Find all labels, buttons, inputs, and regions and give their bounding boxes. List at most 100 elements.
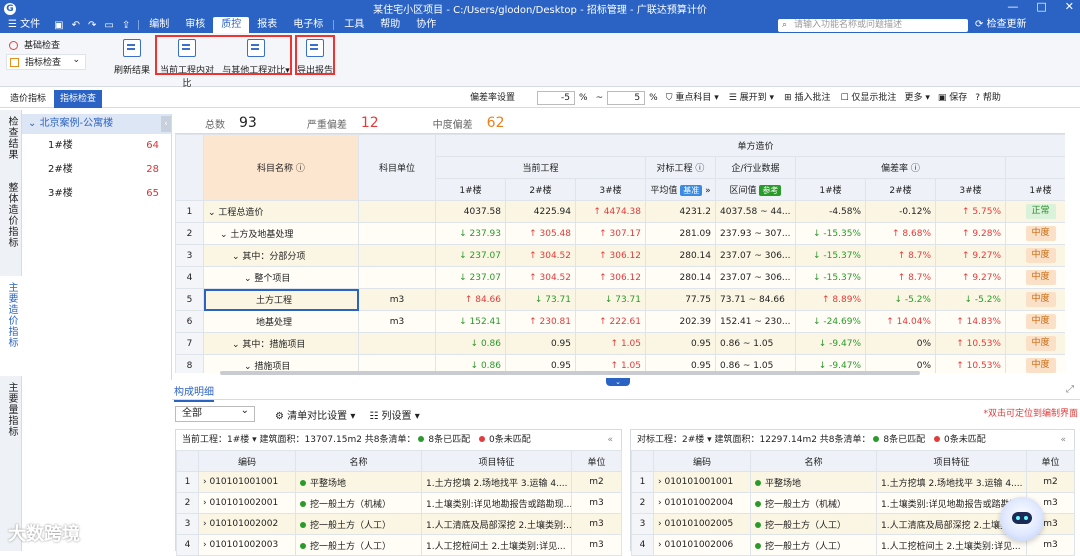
header-subject-name[interactable]: 科目名称 ⓘ <box>203 134 359 201</box>
check-update-button[interactable]: ⟳ 检查更新 <box>975 17 1027 33</box>
name-cell: 平整场地 <box>750 471 877 493</box>
row-number: 6 <box>175 310 204 333</box>
insert-note-button[interactable]: ⊞ 插入批注 <box>784 88 830 108</box>
redo-icon[interactable]: ↷ <box>88 20 96 31</box>
unit-cell <box>358 266 436 289</box>
menu-item-quality[interactable]: 质控 <box>213 17 250 33</box>
expand-icon[interactable]: ⤢ <box>1066 384 1074 395</box>
upload-icon[interactable]: ⇪ <box>122 20 130 31</box>
header-dev-b3: 3#楼 <box>935 178 1006 201</box>
side-tab-main-cost-index[interactable]: 主要造价指标 <box>0 276 22 376</box>
code-cell: › 010101002002 <box>198 513 296 535</box>
undo-icon[interactable]: ↶ <box>72 20 80 31</box>
list-row[interactable]: 1 › 010101001001 平整场地 1.土方挖填 2.场地找平 3.运输 4.… <box>176 471 622 493</box>
tree-node[interactable]: 3#楼 65 <box>22 182 171 206</box>
list-row[interactable]: 2 › 010101002001 挖一般土方（机械） 1.土壤类别:详见地勘报告或踏勘… <box>176 492 622 514</box>
target-avg-cell: 0.95 <box>645 332 716 355</box>
row-number: 5 <box>175 288 204 311</box>
grid-row[interactable]: 7 ⌄ 其中：措施项目 ↓ 0.86 0.95 ↑ 1.05 0.95 0.86 ~ 1.0… <box>175 332 1065 355</box>
menu-item-compile[interactable]: 编制 <box>141 17 177 33</box>
deviation-b2-cell: 0% <box>865 332 936 355</box>
feature-cell: 1.土壤类别:详见地勘报告或踏勘现... <box>421 492 572 514</box>
menu-item-review[interactable]: 审核 <box>177 17 213 33</box>
current-b1-cell: ↓ 152.41 <box>435 310 506 333</box>
assistant-robot-icon[interactable] <box>1000 497 1044 541</box>
deviation-high-input[interactable]: 5 <box>607 91 646 105</box>
tab-composition-detail[interactable]: 构成明细 <box>174 383 214 402</box>
list-row[interactable]: 3 › 010101002002 挖一般土方（人工） 1.人工清底及局部深挖 2.土壤… <box>176 513 622 535</box>
deviation-low-input[interactable]: -5 <box>537 91 576 105</box>
collapse-right-icon[interactable]: « <box>1060 430 1066 450</box>
highlight-compare-box <box>155 35 292 75</box>
unit-cell: m3 <box>358 310 436 333</box>
matched-dot-icon <box>755 542 761 549</box>
help-button[interactable]: ? 帮助 <box>975 88 1001 108</box>
name-cell: 平整场地 <box>295 471 422 493</box>
row-number: 7 <box>175 332 204 355</box>
tab-cost-index[interactable]: 造价指标 <box>4 90 52 108</box>
tree-root[interactable]: ⌄ 北京案例-公寓楼 ‹ <box>22 114 171 134</box>
list-row[interactable]: 1 › 010101001001 平整场地 1.土方挖填 2.场地找平 3.运输 4.… <box>631 471 1075 493</box>
row-number: 3 <box>175 244 204 267</box>
header-subject-unit[interactable]: 科目单位 <box>358 134 436 201</box>
side-tab-check-results[interactable]: 检查结果 <box>0 110 22 176</box>
menu-item-ebid[interactable]: 电子标 <box>285 17 331 33</box>
list-row[interactable]: 4 › 010101002006 挖一般土方（人工） 1.人工挖桩间土 2.土壤类别:… <box>631 534 1075 556</box>
unit-cell <box>358 244 436 267</box>
basic-check-item[interactable]: 基础检查 <box>6 38 106 54</box>
subject-name-cell[interactable]: ⌄ 整个项目 <box>203 266 359 289</box>
menu-file[interactable]: ☰ 文件 <box>0 17 48 33</box>
subject-name-cell[interactable]: ⌄ 工程总造价 <box>203 200 359 223</box>
collapse-left-icon[interactable]: « <box>607 430 613 450</box>
save-button[interactable]: ▣ 保存 <box>938 88 967 108</box>
menu-item-tools[interactable]: 工具 <box>336 17 372 33</box>
save-icon[interactable]: ▣ <box>54 20 63 31</box>
subject-name-cell[interactable]: 地基处理 <box>203 310 359 333</box>
unit-cell <box>358 200 436 223</box>
key-subject-button[interactable]: ⛉ 重点科目 ▾ <box>666 88 719 108</box>
grid-row[interactable]: 4 ⌄ 整个项目 ↓ 237.07 ↑ 304.52 ↑ 306.12 280.14 237… <box>175 266 1065 289</box>
subject-name-cell[interactable]: ⌄ 其中：分部分项 <box>203 244 359 267</box>
index-check-item[interactable]: 指标检查 <box>6 52 86 70</box>
header-range[interactable]: 区间值 参考 <box>715 178 796 201</box>
window-icon[interactable]: ▭ <box>104 20 113 31</box>
grid-row[interactable]: 2 ⌄ 土方及地基处理 ↓ 237.93 ↑ 305.48 ↑ 307.17 281.09… <box>175 222 1065 245</box>
collapse-panel-icon[interactable]: ‹ <box>161 116 171 132</box>
grid-row[interactable]: 5 土方工程 m3 ↑ 84.66 ↓ 73.71 ↓ 73.71 77.75 73.71 ~… <box>175 288 1065 311</box>
grid-row[interactable]: 6 地基处理 m3 ↓ 152.41 ↑ 230.81 ↑ 222.61 202.39 152… <box>175 310 1065 333</box>
menu-item-collab[interactable]: 协作 <box>408 17 444 33</box>
grid-row[interactable]: 3 ⌄ 其中：分部分项 ↓ 237.07 ↑ 304.52 ↑ 306.12 280.14… <box>175 244 1065 267</box>
severe-count: 12 <box>360 115 379 131</box>
list-row[interactable]: 4 › 010101002003 挖一般土方（人工） 1.人工挖桩间土 2.土壤类别:… <box>176 534 622 556</box>
minimize-button[interactable]: — <box>1007 0 1018 13</box>
code-cell: › 010101002001 <box>198 492 296 514</box>
menu-bar: ☰ 文件 ▣ ↶ ↷ ▭ ⇪ 编制 审核 质控 报表 电子标 工具 帮助 协作 … <box>0 17 1080 33</box>
current-b2-cell: ↑ 230.81 <box>505 310 576 333</box>
close-button[interactable]: ✕ <box>1065 0 1074 13</box>
more-button[interactable]: 更多 ▾ <box>904 88 929 108</box>
compare-setting-button[interactable]: ⚙ 清单对比设置 ▾ <box>275 407 355 422</box>
side-tab-overall-index[interactable]: 整体造价指标 <box>0 176 22 276</box>
search-input[interactable]: ⌕ 请输入功能名称或问题描述 <box>778 19 968 32</box>
tree-node[interactable]: 1#楼 64 <box>22 134 171 158</box>
header-average[interactable]: 平均值 基准 » <box>645 178 716 201</box>
grid-row[interactable]: 1 ⌄ 工程总造价 4037.58 4225.94 ↑ 4474.38 4231.2 403… <box>175 200 1065 223</box>
expand-to-button[interactable]: ☰ 展开到 ▾ <box>729 88 774 108</box>
column-setting-button[interactable]: ☷ 列设置 ▾ <box>369 407 419 422</box>
menu-item-help[interactable]: 帮助 <box>372 17 408 33</box>
only-notes-checkbox[interactable]: ☐ 仅显示批注 <box>840 88 896 108</box>
subject-name-cell[interactable]: 土方工程 <box>203 288 359 311</box>
filter-select[interactable]: 全部 <box>175 404 255 422</box>
tab-index-check[interactable]: 指标检查 <box>54 90 103 108</box>
range-cell: 237.07 ~ 306... <box>715 244 796 267</box>
header-status-b1: 1#楼 <box>1004 178 1065 201</box>
subject-name-cell[interactable]: ⌄ 土方及地基处理 <box>203 222 359 245</box>
status-badge: 中度 <box>1025 292 1056 307</box>
tree-node[interactable]: 2#楼 28 <box>22 158 171 182</box>
menu-item-report[interactable]: 报表 <box>249 17 285 33</box>
side-tab-main-quantity-index[interactable]: 主要量指标 <box>0 376 22 456</box>
horizontal-scrollbar[interactable] <box>220 371 920 375</box>
refresh-results-button[interactable]: 刷新结果 <box>112 37 152 83</box>
subject-name-cell[interactable]: ⌄ 其中：措施项目 <box>203 332 359 355</box>
maximize-button[interactable]: □ <box>1036 0 1046 13</box>
